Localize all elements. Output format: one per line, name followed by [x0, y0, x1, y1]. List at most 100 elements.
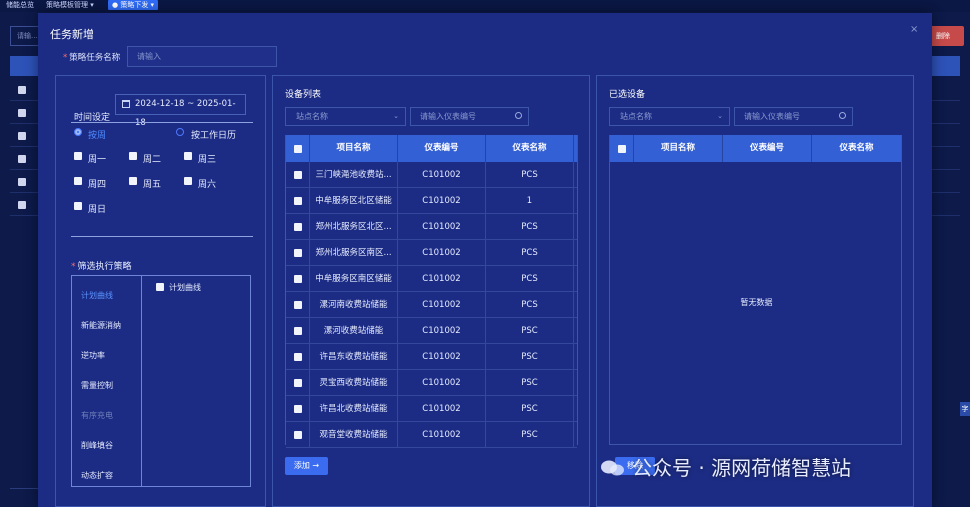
tab-overview[interactable]: 储能总览 — [2, 0, 38, 10]
row-checkbox[interactable] — [294, 249, 302, 257]
strategy-label: * 筛选执行策略 — [71, 262, 132, 272]
strategy-item-dynamic-expansion[interactable]: 动态扩容 — [81, 470, 113, 481]
checkbox-wed[interactable] — [184, 152, 192, 160]
radio-by-calendar[interactable] — [176, 128, 184, 136]
row-checkbox[interactable] — [294, 197, 302, 205]
project-name-cell: 三门峡渑池收费站... — [310, 162, 398, 188]
row-checkbox[interactable] — [18, 109, 26, 117]
strategy-divider — [141, 276, 142, 486]
meter-name-cell: PCS — [486, 162, 574, 188]
device-table-row[interactable]: 漯河收费站储能 C101002 PSC — [286, 318, 577, 344]
row-checkbox[interactable] — [294, 353, 302, 361]
project-name-cell: 观音堂收费站储能 — [310, 422, 398, 448]
header-project-name: 项目名称 — [634, 135, 723, 162]
header-meter-no: 仪表编号 — [398, 135, 486, 162]
project-name-cell: 许昌东收费站储能 — [310, 344, 398, 370]
plan-curve-option-label: 计划曲线 — [169, 283, 201, 292]
row-checkbox[interactable] — [18, 178, 26, 186]
device-table-row[interactable]: 许昌北收费站储能 C101002 PSC — [286, 396, 577, 422]
row-select-cell — [286, 188, 310, 214]
row-select-cell — [286, 292, 310, 318]
project-name-cell: 许昌北收费站储能 — [310, 396, 398, 422]
meter-name-cell: PSC — [486, 370, 574, 396]
checkbox-mon[interactable] — [74, 152, 82, 160]
task-name-input[interactable]: 请输入 — [127, 46, 277, 67]
device-table-row[interactable]: 中牟服务区北区储能 C101002 1 — [286, 188, 577, 214]
device-table-row[interactable]: 灵宝西收费站储能 C101002 PSC — [286, 370, 577, 396]
tab-strategy-dispatch[interactable]: ● 策略下发 ▾ — [108, 0, 159, 10]
row-checkbox[interactable] — [18, 155, 26, 163]
checkbox-thu[interactable] — [74, 177, 82, 185]
device-table-row[interactable]: 郑州北服务区北区... C101002 PCS — [286, 214, 577, 240]
label-fri: 周五 — [143, 180, 162, 190]
row-checkbox[interactable] — [294, 301, 302, 309]
background-delete-button[interactable]: 删除 — [928, 26, 964, 46]
meter-no-cell: C101002 — [398, 188, 486, 214]
calendar-icon — [122, 100, 130, 108]
device-table-row[interactable]: 观音堂收费站储能 C101002 PSC — [286, 422, 577, 448]
meter-search-input[interactable]: 请输入仪表编号 — [410, 107, 529, 126]
radio-by-week-label: 按周 — [88, 131, 107, 141]
row-select-cell — [286, 240, 310, 266]
device-table-row[interactable]: 中牟服务区南区储能 C101002 PCS — [286, 266, 577, 292]
device-table-row[interactable]: 三门峡渑池收费站... C101002 PCS — [286, 162, 577, 188]
strategy-item-peak-shaving[interactable]: 削峰填谷 — [81, 440, 113, 451]
add-button[interactable]: 添加 → — [285, 457, 328, 475]
checkbox-tue[interactable] — [129, 152, 137, 160]
device-list-panel: 设备列表 站点名称 ⌄ 请输入仪表编号 项目名称 仪表编号 仪表名称 三门峡渑池… — [272, 75, 590, 507]
search-icon[interactable] — [515, 112, 522, 119]
meter-no-cell: C101002 — [398, 422, 486, 448]
header-meter-name: 仪表名称 — [839, 143, 874, 153]
strategy-item-renewable[interactable]: 新能源消纳 — [81, 320, 121, 331]
project-name-cell: 灵宝西收费站储能 — [310, 370, 398, 396]
selected-devices-title: 已选设备 — [609, 90, 646, 100]
meter-name-cell: PCS — [486, 240, 574, 266]
row-checkbox[interactable] — [18, 86, 26, 94]
watermark-text: 公众号 · 源网荷储智慧站 — [632, 456, 852, 480]
checkbox-sun[interactable] — [74, 202, 82, 210]
row-checkbox[interactable] — [294, 275, 302, 283]
select-all-checkbox[interactable] — [294, 145, 302, 153]
selected-station-select[interactable]: 站点名称 ⌄ — [609, 107, 730, 126]
row-select-cell — [286, 422, 310, 448]
row-checkbox[interactable] — [294, 379, 302, 387]
select-all-checkbox[interactable] — [618, 145, 626, 153]
header-meter-no: 仪表编号 — [723, 135, 812, 162]
checkbox-fri[interactable] — [129, 177, 137, 185]
tab-template-manage[interactable]: 策略模板管理 ▾ — [42, 0, 98, 10]
strategy-item-demand-control[interactable]: 需量控制 — [81, 380, 113, 391]
time-strategy-panel: 时间设定 2024-12-18 ~ 2025-01-18 按周 按工作日历 周一… — [55, 75, 266, 507]
device-table-row[interactable]: 许昌东收费站储能 C101002 PSC — [286, 344, 577, 370]
header-select-all — [286, 135, 310, 162]
device-table-row[interactable]: 郑州北服务区南区... C101002 PCS — [286, 240, 577, 266]
row-select-cell — [286, 344, 310, 370]
checkbox-plan-curve[interactable] — [156, 283, 164, 291]
strategy-item-plan-curve[interactable]: 计划曲线 — [81, 290, 113, 301]
strategy-item-reverse-power[interactable]: 逆功率 — [81, 350, 105, 361]
label-thu: 周四 — [88, 180, 107, 190]
device-table-row[interactable]: 漯河南收费站储能 C101002 PCS — [286, 292, 577, 318]
checkbox-sat[interactable] — [184, 177, 192, 185]
row-checkbox[interactable] — [18, 132, 26, 140]
date-range-picker[interactable]: 2024-12-18 ~ 2025-01-18 — [115, 94, 246, 128]
row-checkbox[interactable] — [294, 405, 302, 413]
row-checkbox[interactable] — [294, 431, 302, 439]
row-checkbox[interactable] — [294, 223, 302, 231]
search-icon[interactable] — [839, 112, 846, 119]
row-checkbox[interactable] — [18, 201, 26, 209]
close-icon[interactable]: × — [910, 24, 918, 35]
radio-by-week[interactable] — [74, 128, 82, 136]
empty-state-text: 暂无数据 — [740, 298, 773, 307]
selected-meter-search-input[interactable]: 请输入仪表编号 — [734, 107, 853, 126]
selected-devices-panel: 已选设备 站点名称 ⌄ 请输入仪表编号 项目名称 仪表编号 仪表名称 暂无数据 … — [596, 75, 914, 507]
project-name-cell: 中牟服务区南区储能 — [310, 266, 398, 292]
meter-no-cell: C101002 — [398, 370, 486, 396]
station-select[interactable]: 站点名称 ⌄ — [285, 107, 406, 126]
meter-no-cell: C101002 — [398, 266, 486, 292]
row-checkbox[interactable] — [294, 327, 302, 335]
meter-no-cell: C101002 — [398, 396, 486, 422]
side-float-button[interactable]: 字 — [960, 402, 970, 416]
label-sun: 周日 — [88, 205, 107, 215]
row-checkbox[interactable] — [294, 171, 302, 179]
row-select-cell — [286, 266, 310, 292]
